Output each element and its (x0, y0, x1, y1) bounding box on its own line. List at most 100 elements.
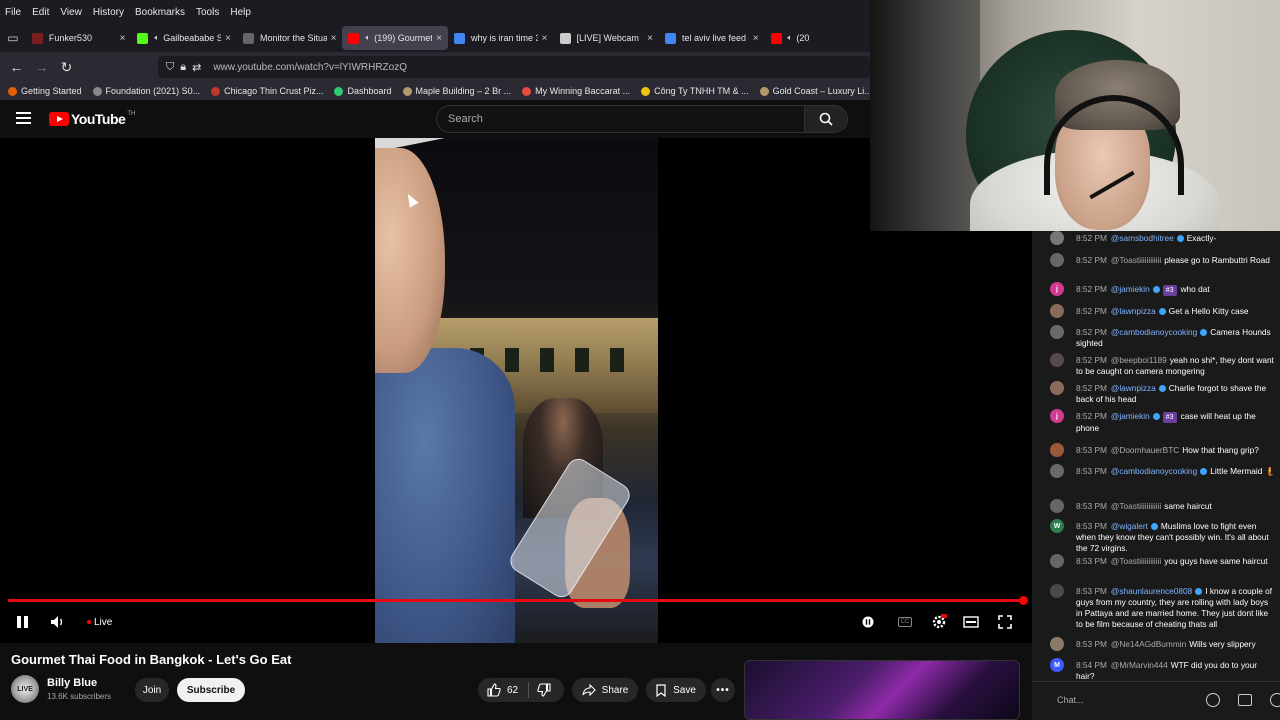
chat-avatar[interactable] (1050, 231, 1064, 245)
chat-avatar[interactable]: W (1050, 519, 1064, 533)
live-indicator[interactable]: Live (87, 613, 112, 631)
tab-close-icon[interactable]: × (331, 33, 337, 44)
progress-scrubber[interactable] (1019, 596, 1028, 605)
chat-avatar[interactable]: j (1050, 282, 1064, 296)
chat-avatar[interactable] (1050, 554, 1064, 568)
chat-username[interactable]: @jamiekin (1111, 411, 1150, 421)
share-button[interactable]: Share (572, 678, 638, 702)
like-button[interactable]: 62 (487, 683, 518, 697)
subscribe-button[interactable]: Subscribe (177, 678, 245, 702)
search-button[interactable] (804, 105, 848, 133)
tab-close-icon[interactable]: × (436, 33, 442, 44)
chat-username[interactable]: @Toastiiiiiiiiiiii (1111, 501, 1161, 511)
tab-close-icon[interactable]: × (225, 33, 231, 44)
related-video-thumbnail[interactable] (744, 660, 1020, 720)
search-input[interactable]: Search (436, 105, 804, 133)
browser-tab[interactable]: 🔈︎ (199) Gourmet × (342, 26, 448, 50)
tab-close-icon[interactable]: × (647, 33, 653, 44)
chat-username[interactable]: @beepboi1189 (1111, 355, 1167, 365)
chat-avatar[interactable]: M (1050, 658, 1064, 672)
chat-avatar[interactable] (1050, 325, 1064, 339)
back-arrow-icon[interactable]: ← (4, 59, 29, 75)
super-chat-icon[interactable] (1238, 694, 1252, 706)
menu-item-edit[interactable]: Edit (27, 7, 55, 18)
tab-close-icon[interactable]: × (120, 33, 126, 44)
bookmark-item[interactable]: Maple Building – 2 Br ... (395, 86, 515, 96)
chat-username[interactable]: @cambodianoycooking (1111, 327, 1197, 337)
emoji-icon[interactable] (1206, 693, 1220, 707)
tab-audio-icon[interactable]: 🔈︎ (788, 33, 793, 43)
bookmark-item[interactable]: Foundation (2021) S0... (85, 86, 204, 96)
chat-username[interactable]: @Ne14AGdBummin (1111, 639, 1186, 649)
dislike-button[interactable] (537, 683, 551, 697)
menu-item-help[interactable]: Help (225, 7, 257, 18)
volume-button[interactable] (50, 613, 66, 631)
chat-avatar[interactable] (1050, 637, 1064, 651)
browser-tab[interactable]: why is iran time 30 × (448, 26, 554, 50)
bookmark-item[interactable]: Dashboard (326, 86, 394, 96)
join-button[interactable]: Join (135, 678, 169, 702)
fullscreen-button[interactable] (997, 613, 1013, 631)
tab-list-icon[interactable]: ▭ (0, 24, 26, 52)
menu-item-tools[interactable]: Tools (191, 7, 225, 18)
chat-more-icon[interactable] (1270, 693, 1280, 707)
autoplay-toggle[interactable] (862, 613, 874, 631)
bookmark-item[interactable]: Công Ty TNHH TM & ... (633, 86, 752, 96)
chat-username[interactable]: @lawnpizza (1111, 383, 1156, 393)
bookmark-item[interactable]: Gold Coast – Luxury Li... (752, 86, 870, 96)
chat-avatar[interactable] (1050, 353, 1064, 367)
chat-username[interactable]: @Toastiiiiiiiiiiii (1111, 556, 1161, 566)
menu-icon[interactable] (16, 112, 31, 124)
progress-bar[interactable] (8, 599, 1024, 602)
pause-button[interactable] (14, 613, 30, 631)
url-text[interactable]: www.youtube.com/watch?v=lYIWRHRZozQ (213, 62, 407, 73)
tab-audio-icon[interactable]: 🔈︎ (154, 33, 159, 43)
miniplayer-button[interactable] (963, 613, 979, 631)
chat-avatar[interactable] (1050, 381, 1064, 395)
browser-tab[interactable]: 🔈︎ (20 (765, 26, 871, 50)
chat-username[interactable]: @lawnpizza (1111, 306, 1156, 316)
browser-tab[interactable]: Funker530 × (26, 26, 132, 50)
menu-item-history[interactable]: History (88, 7, 130, 18)
chat-avatar[interactable] (1050, 584, 1064, 598)
browser-tab[interactable]: Monitor the Situati × (237, 26, 343, 50)
chat-avatar[interactable] (1050, 499, 1064, 513)
menu-item-view[interactable]: View (55, 7, 88, 18)
chat-username[interactable]: @cambodianoycooking (1111, 466, 1197, 476)
save-button[interactable]: Save (646, 678, 706, 702)
tab-close-icon[interactable]: × (753, 33, 759, 44)
more-actions-button[interactable]: ••• (711, 678, 735, 702)
settings-button[interactable] (930, 613, 948, 631)
chat-avatar[interactable] (1050, 253, 1064, 267)
reload-icon[interactable]: ↻ (54, 59, 79, 76)
youtube-logo[interactable]: YouTube TH (49, 111, 135, 127)
browser-tab[interactable]: tel aviv live feed car × (659, 26, 765, 50)
chat-avatar[interactable] (1050, 443, 1064, 457)
video-frame[interactable] (375, 138, 658, 643)
chat-avatar[interactable]: j (1050, 409, 1064, 423)
chat-input[interactable]: Chat... (1057, 695, 1084, 705)
lock-icon[interactable]: 🔒︎ (180, 61, 186, 74)
captions-button[interactable]: CC (897, 613, 913, 631)
channel-name[interactable]: Billy Blue (47, 677, 97, 689)
chat-username[interactable]: @samsbodhitree (1111, 233, 1174, 243)
tab-audio-icon[interactable]: 🔈︎ (365, 33, 370, 43)
chat-avatar[interactable] (1050, 464, 1064, 478)
shield-icon[interactable]: ⛉ (166, 61, 174, 74)
chat-username[interactable]: @DoomhauerBTC (1111, 445, 1179, 455)
tab-close-icon[interactable]: × (542, 33, 548, 44)
chat-username[interactable]: @jamiekin (1111, 284, 1150, 294)
browser-tab[interactable]: 🔈︎ Gailbeababe St × (131, 26, 237, 50)
menu-item-bookmarks[interactable]: Bookmarks (130, 7, 191, 18)
chat-username[interactable]: @shaunlaurence0808 (1111, 586, 1192, 596)
chat-avatar[interactable] (1050, 304, 1064, 318)
forward-arrow-icon[interactable]: → (29, 59, 54, 75)
chat-username[interactable]: @wigalert (1111, 521, 1148, 531)
bookmark-item[interactable]: My Winning Baccarat ... (514, 86, 633, 96)
permissions-icon[interactable]: ⇄ (192, 61, 201, 74)
bookmark-item[interactable]: Chicago Thin Crust Piz... (203, 86, 326, 96)
menu-item-file[interactable]: File (0, 7, 27, 18)
browser-tab[interactable]: [LIVE] Webcam × (554, 26, 660, 50)
chat-username[interactable]: @MrMarvin444 (1111, 660, 1168, 670)
url-bar[interactable]: ⛉ 🔒︎ ⇄ www.youtube.com/watch?v=lYIWRHRZo… (158, 56, 870, 78)
